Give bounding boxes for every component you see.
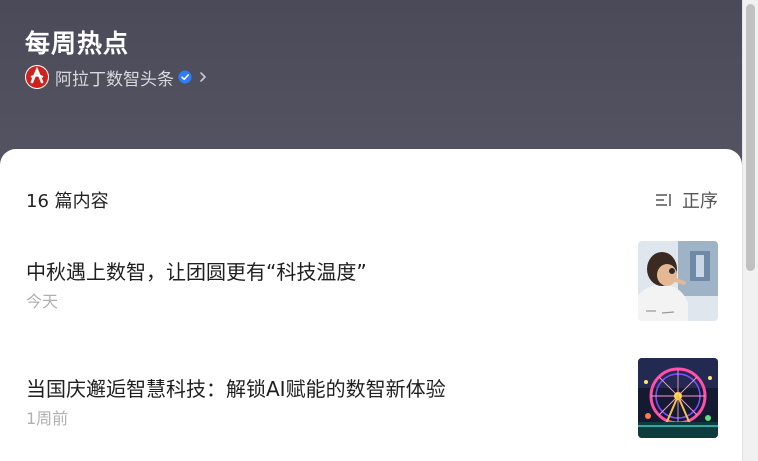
scrollbar-thumb[interactable]	[746, 4, 755, 271]
content-panel: 16 篇内容 正序 中秋遇上数智，让团圆更有“科技温度” 今天 当国庆邂逅智慧科…	[0, 149, 742, 461]
chevron-right-icon[interactable]	[198, 70, 208, 84]
article-time: 1周前	[26, 409, 69, 428]
sort-icon	[655, 192, 673, 208]
page-title: 每周热点	[25, 29, 130, 58]
article-time: 今天	[26, 292, 59, 311]
author-row[interactable]: 阿拉丁数智头条	[25, 64, 208, 90]
article-thumbnail[interactable]	[638, 241, 718, 321]
author-name[interactable]: 阿拉丁数智头条	[55, 65, 174, 90]
article-item[interactable]: 中秋遇上数智，让团圆更有“科技温度” 今天	[0, 241, 742, 337]
author-logo-icon[interactable]	[25, 65, 49, 89]
article-title[interactable]: 中秋遇上数智，让团圆更有“科技温度”	[26, 256, 367, 285]
article-thumbnail[interactable]	[638, 358, 718, 438]
article-title[interactable]: 当国庆邂逅智慧科技：解锁AI赋能的数智新体验	[26, 373, 446, 402]
header: 每周热点 阿拉丁数智头条	[0, 0, 742, 170]
scrollbar[interactable]	[742, 0, 758, 461]
sort-label: 正序	[682, 191, 718, 212]
content-count: 16 篇内容	[26, 191, 109, 212]
verified-badge-icon	[178, 70, 192, 84]
article-item[interactable]: 当国庆邂逅智慧科技：解锁AI赋能的数智新体验 1周前	[0, 358, 742, 454]
sort-toggle-button[interactable]: 正序	[655, 187, 718, 213]
